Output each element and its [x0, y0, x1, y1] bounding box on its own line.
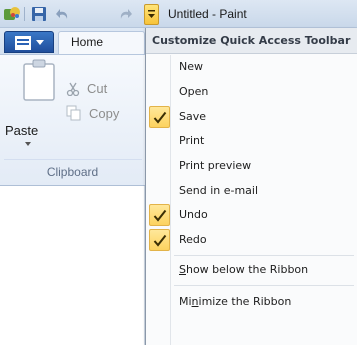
menu-item-redo[interactable]: Redo — [146, 228, 357, 252]
tab-home[interactable]: Home — [58, 31, 145, 54]
chevron-down-icon[interactable] — [25, 142, 31, 146]
menu-item-print-preview[interactable]: Print preview — [146, 154, 357, 178]
menu-item-label: Send in e-mail — [179, 184, 259, 197]
chevron-down-icon — [148, 10, 155, 18]
menu-item-label: Open — [179, 85, 209, 98]
paint-menu-icon — [15, 36, 31, 50]
checkmark-icon — [153, 111, 167, 124]
checkmark-icon — [153, 234, 167, 247]
menu-item-minimize-ribbon[interactable]: Minimize the Ribbon — [146, 290, 357, 314]
redo-icon[interactable] — [117, 6, 133, 22]
file-menu-button[interactable] — [4, 31, 54, 53]
menu-item-send-email[interactable]: Send in e-mail — [146, 179, 357, 203]
menu-item-open[interactable]: Open — [146, 80, 357, 104]
cut-label: Cut — [87, 81, 108, 96]
group-divider — [4, 159, 142, 160]
menu-item-label: Show below the Ribbon — [179, 263, 309, 276]
menu-header: Customize Quick Access Toolbar — [146, 28, 357, 54]
menu-item-label: Undo — [179, 208, 208, 221]
window-title: Untitled - Paint — [168, 7, 247, 21]
title-bar: Untitled - Paint — [0, 0, 357, 28]
copy-icon — [66, 105, 81, 121]
paint-app-icon[interactable] — [3, 6, 21, 22]
menu-item-show-below-ribbon[interactable]: Show below the Ribbon — [146, 258, 357, 282]
copy-label: Copy — [89, 105, 120, 121]
paste-button[interactable]: Paste — [5, 123, 38, 138]
clipboard-group-label: Clipboard — [46, 165, 99, 179]
menu-item-print[interactable]: Print — [146, 129, 357, 153]
qat-separator — [24, 7, 25, 21]
scissors-icon — [66, 82, 80, 96]
menu-item-label: Save — [179, 110, 207, 123]
menu-item-label: Print preview — [179, 159, 252, 172]
ribbon-tab-strip: Home — [0, 28, 145, 54]
menu-item-new[interactable]: New — [146, 55, 357, 79]
menu-item-undo[interactable]: Undo — [146, 203, 357, 227]
checked-indicator — [149, 229, 170, 251]
clipboard-icon — [23, 59, 55, 101]
chevron-down-icon — [36, 40, 44, 45]
menu-item-label: New — [179, 60, 203, 73]
drawing-canvas[interactable] — [0, 186, 145, 345]
save-icon[interactable] — [31, 6, 47, 22]
ribbon-home-panel: Paste Cut Copy Clipboard — [0, 54, 145, 186]
menu-divider — [174, 255, 354, 256]
menu-item-label: Minimize the Ribbon — [179, 295, 292, 308]
checkmark-icon — [153, 209, 167, 222]
menu-item-label: Print — [179, 134, 205, 147]
menu-divider — [174, 285, 354, 286]
copy-button[interactable]: Copy — [66, 105, 119, 121]
customize-qat-button[interactable] — [144, 4, 159, 25]
checked-indicator — [149, 204, 170, 226]
checked-indicator — [149, 106, 170, 128]
undo-icon[interactable] — [55, 6, 71, 22]
menu-item-label: Redo — [179, 233, 207, 246]
cut-button[interactable]: Cut — [66, 81, 107, 96]
menu-item-save[interactable]: Save — [146, 105, 357, 129]
customize-qat-menu: Customize Quick Access Toolbar New Open … — [145, 28, 357, 345]
